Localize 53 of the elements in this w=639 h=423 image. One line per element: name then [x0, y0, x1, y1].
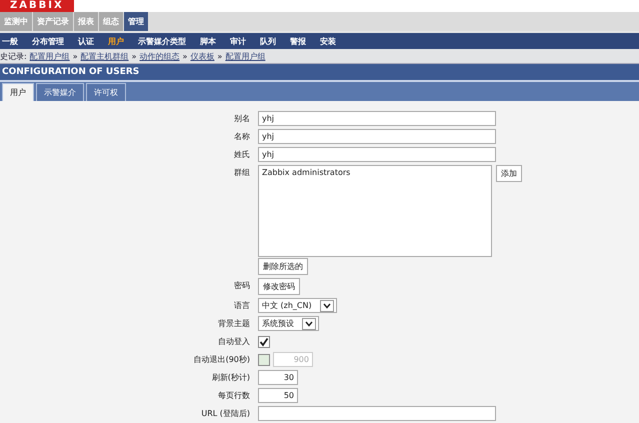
number-field[interactable]: 50 [258, 388, 298, 403]
input-field[interactable]: yhj [258, 129, 496, 144]
page-title: CONFIGURATION OF USERS [0, 64, 639, 82]
menu-item[interactable]: 管理 [124, 12, 148, 31]
dropdown[interactable]: 系统预设 [258, 316, 319, 331]
menu-item[interactable]: 用户 [108, 36, 124, 46]
change-password-button[interactable]: 修改密码 [258, 278, 300, 295]
field-label: 姓氏 [233, 149, 251, 161]
field-label: 别名 [233, 113, 251, 125]
menu-item[interactable]: 认证 [78, 36, 94, 46]
checkbox[interactable] [258, 336, 270, 348]
group-list[interactable]: Zabbix administrators [258, 165, 492, 257]
history-label: 史记录: [0, 50, 27, 62]
field-label: 刷新(秒计) [210, 372, 251, 384]
tab[interactable]: 用户 [2, 83, 34, 101]
field-label: 自动退出(90秒) [192, 354, 251, 366]
history-link[interactable]: 动作的组态 [140, 50, 180, 62]
tab[interactable]: 示警媒介 [36, 83, 84, 101]
separator: » [217, 52, 222, 60]
list-item[interactable]: Zabbix administrators [262, 168, 488, 177]
field-label: 每页行数 [217, 390, 251, 402]
add-button[interactable]: 添加 [496, 165, 522, 182]
menu-item[interactable]: 队列 [260, 36, 276, 46]
field-label: 自动登入 [217, 336, 251, 348]
field-label: 背景主题 [217, 318, 251, 330]
remove-button[interactable]: 删除所选的 [258, 258, 308, 275]
history-link[interactable]: 配置用户组 [225, 50, 266, 62]
field-label: 名称 [233, 131, 251, 143]
checkbox[interactable] [258, 354, 270, 366]
menu-item[interactable]: 一般 [2, 36, 18, 46]
menu-item[interactable]: 示警媒介类型 [138, 36, 186, 46]
input-field[interactable]: yhj [258, 147, 496, 162]
history-link[interactable]: 配置主机群组 [80, 50, 129, 62]
menu-item[interactable]: 安装 [320, 36, 336, 46]
menu-item[interactable]: 审计 [230, 36, 246, 46]
history-link[interactable]: 配置用户组 [30, 50, 70, 62]
input-field[interactable] [258, 406, 496, 421]
separator: » [182, 52, 188, 60]
separator: » [72, 52, 78, 60]
history-link[interactable]: 仪表板 [190, 50, 214, 62]
menu-item[interactable]: 脚本 [200, 36, 216, 46]
menu-item[interactable]: 警报 [290, 36, 306, 46]
field-label: 语言 [233, 300, 251, 312]
input-field[interactable]: yhj [258, 111, 496, 126]
field-label: URL (登陆后) [200, 408, 251, 420]
field-label: 密码 [233, 280, 251, 292]
separator: » [132, 52, 137, 60]
logo: ZABBIX [0, 0, 74, 12]
number-field[interactable]: 30 [258, 370, 298, 385]
menu-item[interactable]: 分布管理 [32, 36, 64, 46]
field-label: 群组 [233, 167, 251, 179]
dropdown[interactable]: 中文 (zh_CN) [258, 298, 337, 313]
tab[interactable]: 许可权 [86, 83, 126, 101]
